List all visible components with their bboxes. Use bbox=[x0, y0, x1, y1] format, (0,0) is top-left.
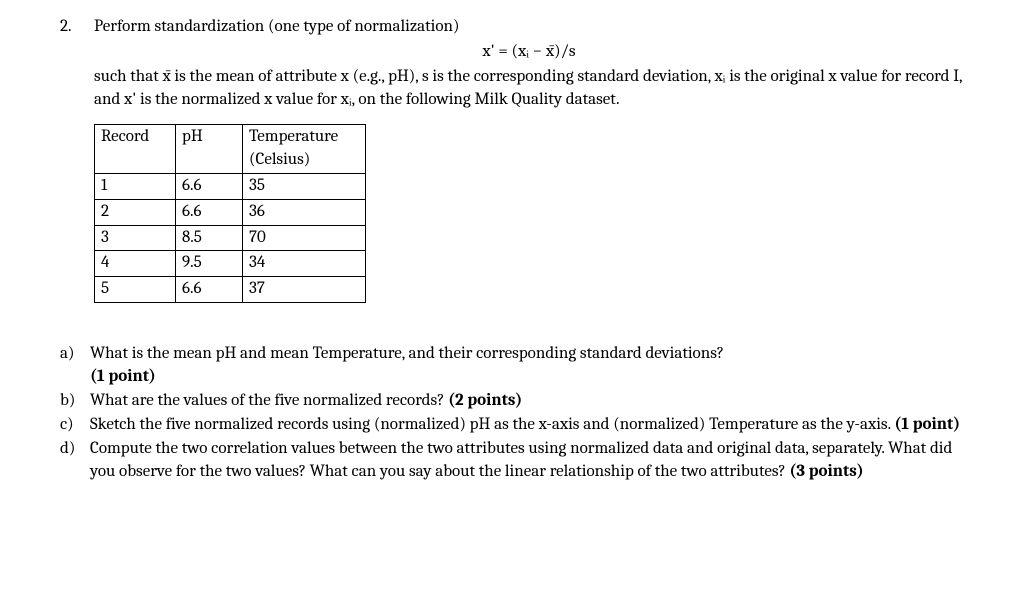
header-ph: pH bbox=[176, 124, 243, 173]
cell-ph: 9.5 bbox=[176, 251, 243, 277]
table-row: 1 6.6 35 bbox=[95, 173, 366, 199]
intro-line-2: such that x̄ is the mean of attribute x … bbox=[94, 66, 964, 112]
cell-record: 5 bbox=[95, 277, 176, 303]
table-row: 4 9.5 34 bbox=[95, 251, 366, 277]
sub-text-wrap: Compute the two correlation values betwe… bbox=[90, 438, 964, 484]
cell-record: 1 bbox=[95, 173, 176, 199]
sub-points: (3 points) bbox=[789, 462, 863, 481]
cell-temp: 37 bbox=[243, 277, 366, 303]
dataset-table: Record pH Temperature (Celsius) 1 6.6 35… bbox=[94, 124, 366, 304]
question-block: 2. Perform standardization (one type of … bbox=[60, 16, 964, 323]
sub-text: Sketch the five normalized records using… bbox=[90, 415, 894, 434]
subquestion-c: c) Sketch the five normalized records us… bbox=[60, 414, 964, 437]
header-temp-line2: (Celsius) bbox=[249, 150, 310, 169]
cell-record: 4 bbox=[95, 251, 176, 277]
cell-temp: 35 bbox=[243, 173, 366, 199]
sub-points: (1 point) bbox=[90, 367, 156, 386]
cell-record: 3 bbox=[95, 225, 176, 251]
cell-ph: 6.6 bbox=[176, 173, 243, 199]
sub-text-wrap: What is the mean pH and mean Temperature… bbox=[90, 343, 724, 389]
cell-temp: 34 bbox=[243, 251, 366, 277]
table-row: 3 8.5 70 bbox=[95, 225, 366, 251]
subquestion-list: a) What is the mean pH and mean Temperat… bbox=[60, 343, 964, 484]
cell-ph: 6.6 bbox=[176, 199, 243, 225]
cell-temp: 36 bbox=[243, 199, 366, 225]
sub-text: What is the mean pH and mean Temperature… bbox=[90, 344, 724, 363]
question-number: 2. bbox=[60, 16, 80, 323]
sub-label: a) bbox=[60, 343, 80, 389]
sub-points: (2 points) bbox=[448, 391, 522, 410]
subquestion-b: b) What are the values of the five norma… bbox=[60, 390, 964, 413]
sub-text-wrap: What are the values of the five normaliz… bbox=[90, 390, 522, 413]
header-temperature: Temperature (Celsius) bbox=[243, 124, 366, 173]
sub-points: (1 point) bbox=[894, 415, 960, 434]
subquestion-d: d) Compute the two correlation values be… bbox=[60, 438, 964, 484]
header-record: Record bbox=[95, 124, 176, 173]
sub-label: b) bbox=[60, 390, 80, 413]
table-row: 2 6.6 36 bbox=[95, 199, 366, 225]
sub-label: d) bbox=[60, 438, 80, 484]
cell-record: 2 bbox=[95, 199, 176, 225]
cell-ph: 6.6 bbox=[176, 277, 243, 303]
table-row: 5 6.6 37 bbox=[95, 277, 366, 303]
table-header-row: Record pH Temperature (Celsius) bbox=[95, 124, 366, 173]
sub-text-wrap: Sketch the five normalized records using… bbox=[90, 414, 960, 437]
intro-line-1: Perform standardization (one type of nor… bbox=[94, 16, 964, 39]
header-temp-line1: Temperature bbox=[249, 127, 338, 146]
formula: x' = (xᵢ − x̄)/s bbox=[94, 41, 964, 64]
cell-temp: 70 bbox=[243, 225, 366, 251]
subquestion-a: a) What is the mean pH and mean Temperat… bbox=[60, 343, 964, 389]
sub-label: c) bbox=[60, 414, 80, 437]
sub-text: What are the values of the five normaliz… bbox=[90, 391, 448, 410]
cell-ph: 8.5 bbox=[176, 225, 243, 251]
question-content: Perform standardization (one type of nor… bbox=[94, 16, 964, 323]
